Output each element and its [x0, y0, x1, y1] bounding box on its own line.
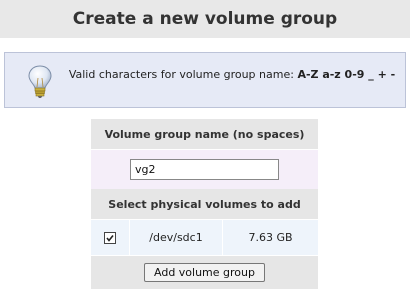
info-text: Valid characters for volume group name: …: [61, 68, 403, 82]
pv-device: /dev/sdc1: [129, 220, 222, 255]
button-row: Add volume group: [91, 255, 318, 289]
pv-row: /dev/sdc1 7.63 GB: [91, 219, 318, 255]
pv-header-label: Select physical volumes to add: [108, 197, 301, 211]
valid-characters: A-Z a-z 0-9 _ + -: [297, 68, 396, 81]
pv-checkbox[interactable]: [104, 231, 116, 244]
info-prefix: Valid characters for volume group name:: [68, 68, 298, 81]
pv-header: Select physical volumes to add: [91, 189, 318, 219]
name-header: Volume group name (no spaces): [91, 119, 318, 149]
checkmark-icon: [106, 234, 114, 242]
page-title: Create a new volume group: [72, 9, 338, 29]
volume-group-name-input[interactable]: [130, 159, 279, 180]
volume-group-form: Volume group name (no spaces) Select phy…: [91, 119, 318, 289]
add-volume-group-button[interactable]: Add volume group: [144, 263, 265, 282]
pv-size: 7.63 GB: [222, 220, 318, 255]
title-bar: Create a new volume group: [0, 0, 410, 38]
name-header-label: Volume group name (no spaces): [104, 127, 305, 141]
name-row: [91, 149, 318, 189]
pv-checkbox-cell: [91, 220, 129, 255]
info-box: Valid characters for volume group name: …: [4, 52, 406, 108]
lightbulb-icon: [25, 63, 55, 99]
